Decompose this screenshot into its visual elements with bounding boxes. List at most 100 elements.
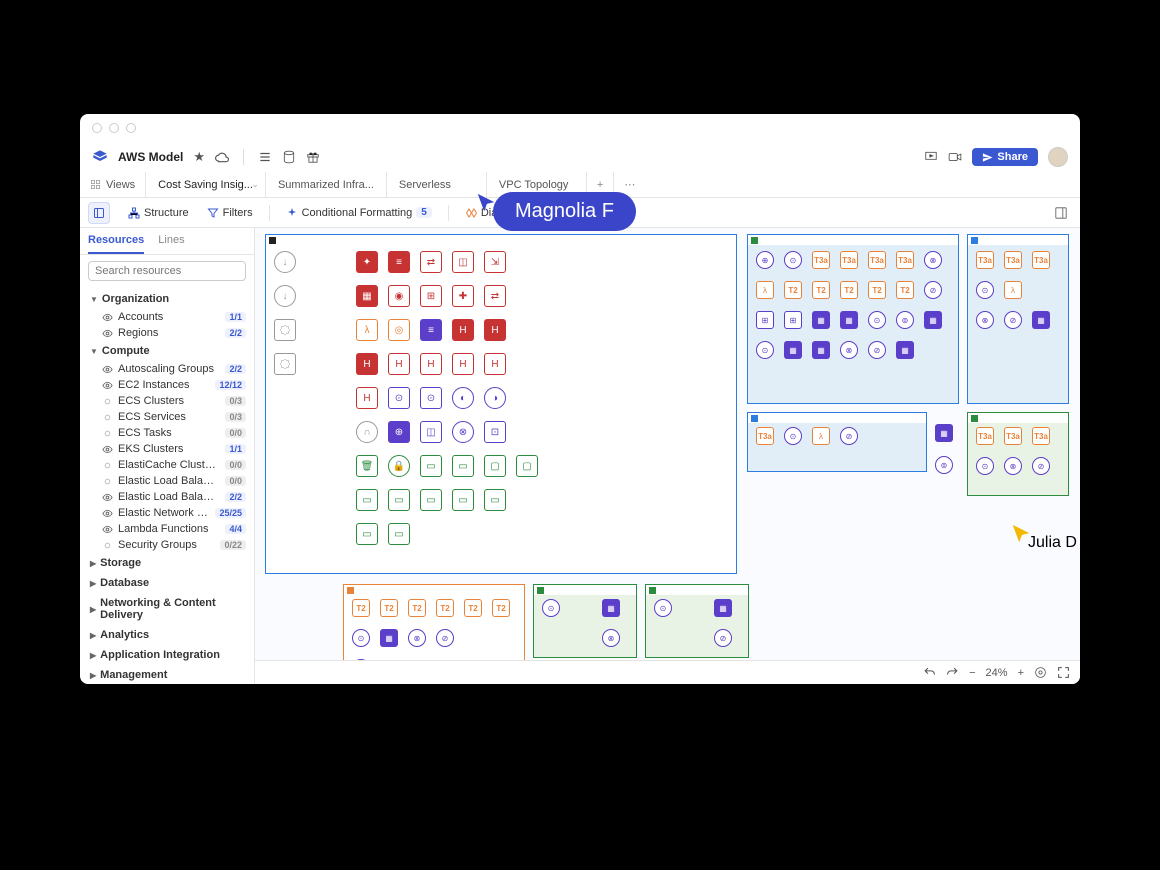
canvas-node[interactable]: T2 xyxy=(896,281,914,299)
tree-group-header[interactable]: ▶Database xyxy=(84,573,250,593)
canvas-node[interactable]: H xyxy=(484,353,506,375)
user-avatar[interactable] xyxy=(1048,147,1068,167)
canvas-node[interactable]: 🔒 xyxy=(388,455,410,477)
canvas-node[interactable]: T3a xyxy=(756,427,774,445)
tree-item[interactable]: Elastic Load Balancers V22/2 xyxy=(84,489,250,505)
canvas-node[interactable]: ⊙ xyxy=(784,251,802,269)
canvas-node[interactable]: ⊙ xyxy=(976,281,994,299)
cloud-sync-icon[interactable] xyxy=(215,150,229,164)
canvas-node[interactable]: T3a xyxy=(812,251,830,269)
canvas-node[interactable]: ✦ xyxy=(356,251,378,273)
conditional-formatting-button[interactable]: Conditional Formatting 5 xyxy=(280,204,438,222)
tree-item[interactable]: Autoscaling Groups2/2 xyxy=(84,361,250,377)
canvas-node[interactable]: H xyxy=(420,353,442,375)
sidebar-tab-lines[interactable]: Lines xyxy=(158,234,184,254)
canvas-region-bg2[interactable]: ⊙ ▦ ⊘ xyxy=(645,584,749,658)
gift-icon[interactable] xyxy=(306,150,320,164)
canvas-node[interactable]: ⊘ xyxy=(714,629,732,647)
tree-item[interactable]: Elastic Load Balancers0/0 xyxy=(84,473,250,489)
canvas-node[interactable]: T2 xyxy=(408,599,426,617)
canvas-node[interactable]: T2 xyxy=(380,599,398,617)
canvas-node[interactable]: ⊙ xyxy=(388,387,410,409)
canvas-node[interactable]: λ xyxy=(1004,281,1022,299)
canvas-node[interactable]: ⊘ xyxy=(840,427,858,445)
tree-item[interactable]: Accounts1/1 xyxy=(84,309,250,325)
canvas-node[interactable]: λ xyxy=(756,281,774,299)
tree-group-header[interactable]: ▶Analytics xyxy=(84,625,250,645)
chevron-down-icon[interactable]: ⌄ xyxy=(251,179,259,190)
tree-group-header[interactable]: ▼Organization xyxy=(84,289,250,309)
canvas-node[interactable]: ⊗ xyxy=(924,251,942,269)
canvas-node[interactable]: ▭ xyxy=(420,489,442,511)
tree-item[interactable]: Elastic Network Interfaces25/25 xyxy=(84,505,250,521)
canvas-node[interactable]: ∩ xyxy=(356,421,378,443)
undo-button[interactable] xyxy=(923,666,936,679)
canvas-region-main[interactable]: ↓ ↓ ✦ ≡ ⇄ ◫ ⇲ ▦ ◉ ⊞ ✚ ⇄ λ ◎ ≡ H xyxy=(265,234,737,574)
canvas-node[interactable]: T3a xyxy=(1032,427,1050,445)
visibility-icon[interactable] xyxy=(102,396,112,407)
canvas-node[interactable]: ◫ xyxy=(420,421,442,443)
canvas-node[interactable] xyxy=(274,319,296,341)
views-button[interactable]: Views xyxy=(80,172,146,197)
canvas-node[interactable]: ⊞ xyxy=(420,285,442,307)
visibility-icon[interactable] xyxy=(102,428,112,439)
canvas-node[interactable]: ✚ xyxy=(452,285,474,307)
canvas-node[interactable]: ⊗ xyxy=(840,341,858,359)
canvas-node[interactable]: ⊗ xyxy=(408,629,426,647)
canvas-node[interactable]: ⊘ xyxy=(436,629,454,647)
canvas-node[interactable]: ▦ xyxy=(380,629,398,647)
canvas-region-mr2[interactable]: T3a T3a T3a ⊙ ⊗ ⊘ xyxy=(967,412,1069,496)
canvas-node[interactable]: ▭ xyxy=(420,455,442,477)
canvas-region-tr1[interactable]: ⊕ ⊙ T3a T3a T3a T3a ⊗ λ T2 T2 T2 T2 T2 ⊘… xyxy=(747,234,959,404)
canvas-node[interactable]: ⇲ xyxy=(484,251,506,273)
tree-item[interactable]: EKS Clusters1/1 xyxy=(84,441,250,457)
canvas-node[interactable]: ▦ xyxy=(356,285,378,307)
canvas-node[interactable]: ⊞ xyxy=(784,311,802,329)
share-button[interactable]: Share xyxy=(972,148,1038,166)
tree-group-header[interactable]: ▶Storage xyxy=(84,553,250,573)
canvas-node[interactable]: ▢ xyxy=(484,455,506,477)
tree-item[interactable]: Regions2/2 xyxy=(84,325,250,341)
tree-item[interactable]: ECS Clusters0/3 xyxy=(84,393,250,409)
canvas-node[interactable]: ⊕ xyxy=(756,251,774,269)
canvas-node[interactable] xyxy=(274,353,296,375)
list-icon[interactable] xyxy=(258,150,272,164)
canvas-node[interactable]: ⊙ xyxy=(868,311,886,329)
tree-item[interactable]: ElastiCache Clusters0/0 xyxy=(84,457,250,473)
canvas-node[interactable]: ▦ xyxy=(602,599,620,617)
database-icon[interactable] xyxy=(282,150,296,164)
canvas-node[interactable]: H xyxy=(356,387,378,409)
zoom-out-button[interactable]: − xyxy=(969,667,975,679)
left-panel-toggle[interactable] xyxy=(88,202,110,224)
canvas-node[interactable]: ⊚ xyxy=(896,311,914,329)
canvas-region-tr2[interactable]: T3a T3a T3a ⊙ λ ⊗ ⊘ ▦ xyxy=(967,234,1069,404)
canvas-node[interactable]: ⊙ xyxy=(542,599,560,617)
canvas-node[interactable]: ▦ xyxy=(812,341,830,359)
canvas-node[interactable]: ⊕ xyxy=(388,421,410,443)
visibility-icon[interactable] xyxy=(102,524,112,535)
canvas-node[interactable]: ≡ xyxy=(388,251,410,273)
canvas-node[interactable]: ⊘ xyxy=(924,281,942,299)
window-minimize-dot[interactable] xyxy=(109,123,119,133)
canvas-node[interactable]: ⇄ xyxy=(420,251,442,273)
tree-item[interactable]: EC2 Instances12/12 xyxy=(84,377,250,393)
document-title[interactable]: AWS Model xyxy=(118,150,183,164)
canvas-node[interactable]: ▦ xyxy=(840,311,858,329)
favorite-star-icon[interactable]: ★ xyxy=(193,149,205,165)
canvas-node[interactable]: ⊚ xyxy=(935,456,953,474)
canvas-node[interactable]: T3a xyxy=(976,427,994,445)
canvas-node[interactable]: ◫ xyxy=(452,251,474,273)
canvas-node[interactable]: ⊙ xyxy=(420,387,442,409)
tree-item[interactable]: Lambda Functions4/4 xyxy=(84,521,250,537)
canvas-node[interactable]: ≡ xyxy=(420,319,442,341)
canvas-node[interactable]: ⇄ xyxy=(484,285,506,307)
tree-item[interactable]: Security Groups0/22 xyxy=(84,537,250,553)
canvas-node[interactable]: ◐ xyxy=(452,387,474,409)
canvas-node[interactable]: ⊘ xyxy=(1032,457,1050,475)
canvas-node[interactable]: ↓ xyxy=(274,285,296,307)
canvas-node[interactable]: T3a xyxy=(1004,251,1022,269)
canvas-node[interactable]: ⊡ xyxy=(484,421,506,443)
canvas-node[interactable]: T3a xyxy=(976,251,994,269)
canvas-region-bg1[interactable]: ⊙ ▦ ⊗ xyxy=(533,584,637,658)
canvas-node[interactable]: H xyxy=(484,319,506,341)
